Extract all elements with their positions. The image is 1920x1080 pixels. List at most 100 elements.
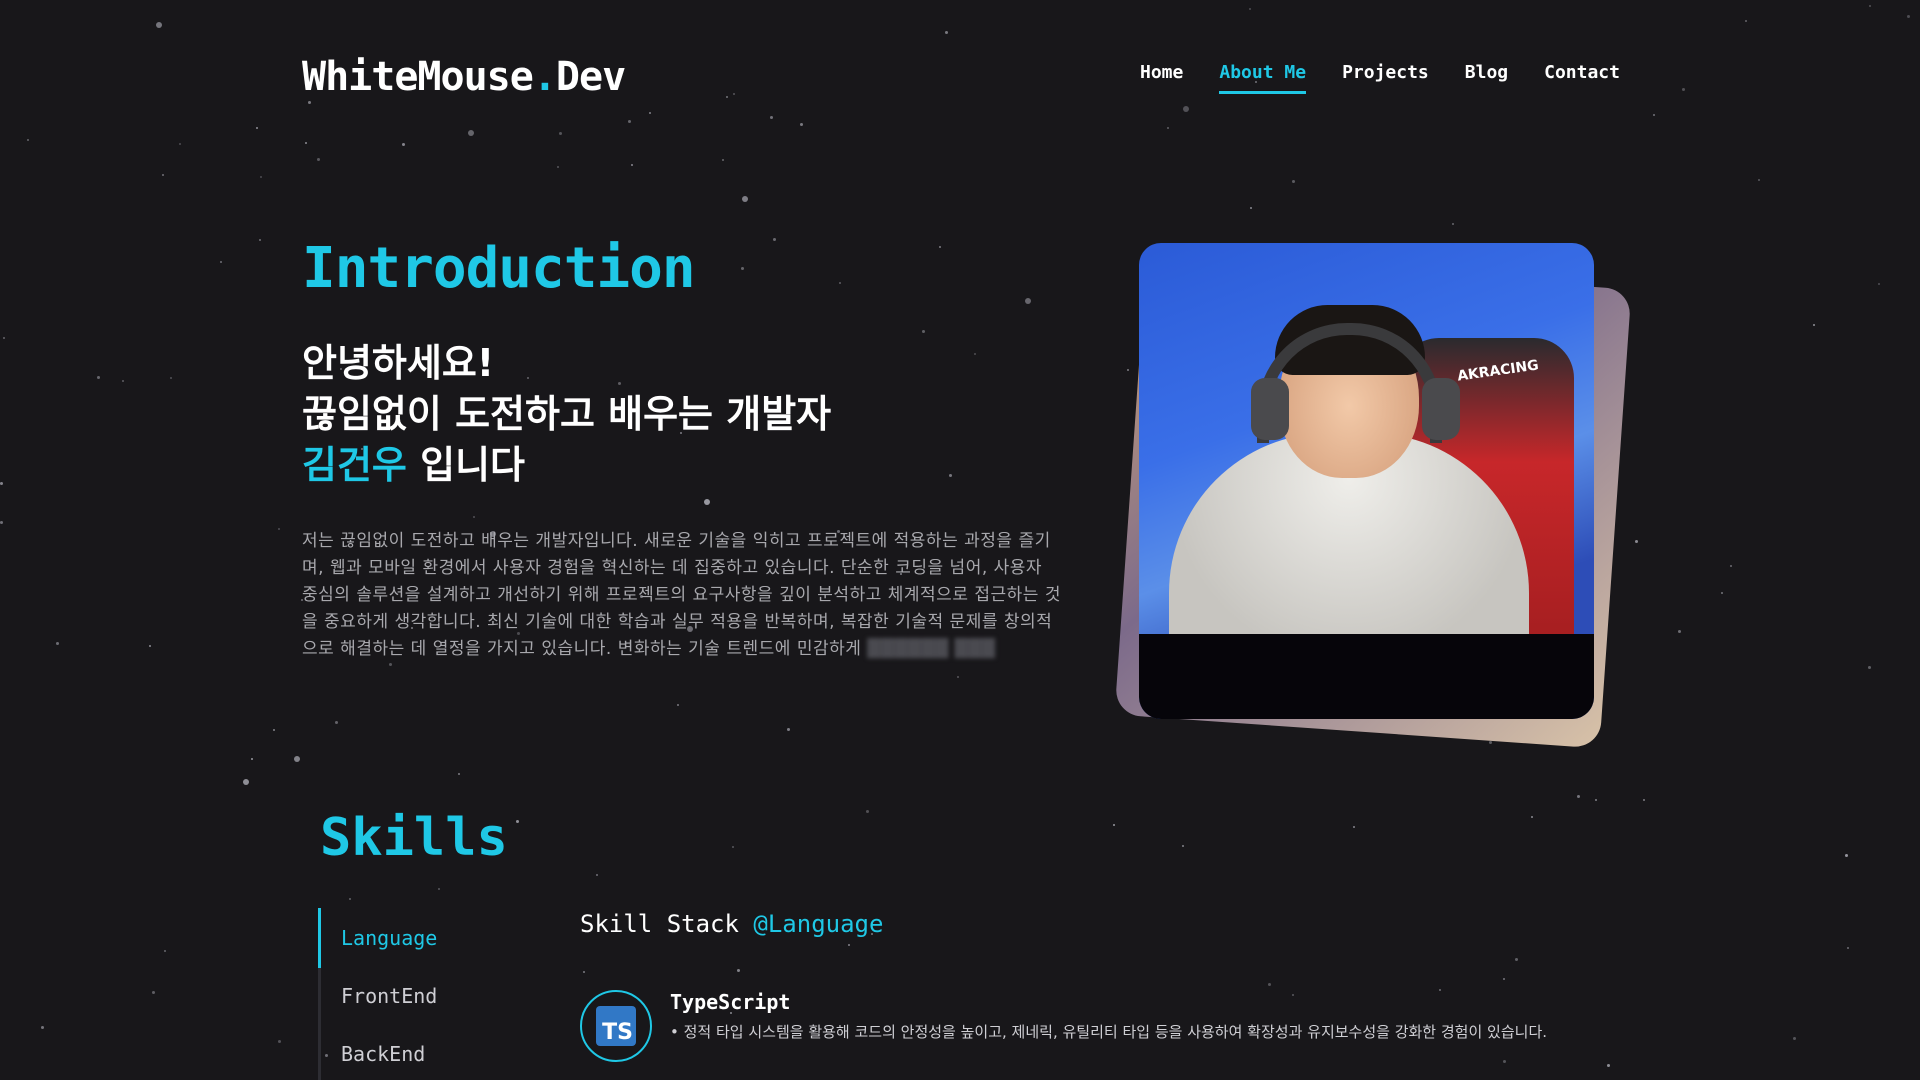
skills-tab-backend[interactable]: BackEnd bbox=[341, 1042, 425, 1066]
star bbox=[1878, 283, 1880, 285]
star bbox=[1503, 1060, 1506, 1063]
star bbox=[1577, 795, 1580, 798]
star bbox=[1292, 994, 1294, 996]
star bbox=[949, 474, 952, 477]
star bbox=[3, 337, 5, 339]
nav-contact[interactable]: Contact bbox=[1544, 62, 1620, 94]
nav-projects[interactable]: Projects bbox=[1342, 62, 1429, 94]
star bbox=[732, 846, 734, 848]
star bbox=[974, 353, 976, 355]
star bbox=[1439, 989, 1441, 991]
star bbox=[1643, 799, 1645, 801]
star bbox=[1595, 799, 1597, 801]
skills-nav-active-indicator bbox=[318, 908, 321, 968]
star bbox=[1635, 540, 1638, 543]
skills-category-nav: Language FrontEnd BackEnd bbox=[318, 908, 458, 1080]
star bbox=[677, 704, 679, 706]
typescript-logo: TS bbox=[596, 1006, 636, 1046]
star bbox=[294, 756, 300, 762]
skill-description-typescript: • 정적 타입 시스템을 활용해 코드의 안정성을 높이고, 제네릭, 유틸리티… bbox=[670, 1023, 1548, 1041]
star bbox=[1127, 369, 1129, 371]
star bbox=[557, 166, 559, 168]
star bbox=[839, 282, 841, 284]
skill-stack-label: Skill Stack bbox=[580, 910, 754, 938]
star bbox=[0, 521, 3, 524]
star bbox=[1025, 298, 1031, 304]
greeting-line-2: 끊임없이 도전하고 배우는 개발자 bbox=[302, 392, 832, 436]
star bbox=[1503, 978, 1505, 980]
logo-suffix: Dev bbox=[555, 54, 626, 100]
nav-about-me[interactable]: About Me bbox=[1219, 62, 1307, 94]
star bbox=[704, 499, 710, 505]
skills-tab-language[interactable]: Language bbox=[341, 926, 437, 950]
skill-name-typescript: TypeScript bbox=[670, 990, 791, 1014]
nav-blog[interactable]: Blog bbox=[1465, 62, 1508, 94]
star bbox=[473, 516, 475, 518]
star bbox=[164, 950, 166, 952]
greeting-line-1: 안녕하세요! bbox=[302, 341, 495, 385]
star bbox=[583, 971, 585, 973]
skill-stack-heading: Skill Stack @Language bbox=[580, 910, 883, 938]
star bbox=[251, 758, 253, 760]
star bbox=[773, 238, 776, 241]
star bbox=[1531, 816, 1533, 818]
star bbox=[1813, 324, 1815, 326]
star bbox=[97, 376, 100, 379]
skills-tab-frontend[interactable]: FrontEnd bbox=[341, 984, 437, 1008]
star bbox=[866, 810, 869, 813]
star bbox=[1907, 15, 1910, 18]
star bbox=[596, 874, 598, 876]
developer-name: 김건우 bbox=[302, 443, 407, 487]
star bbox=[800, 123, 803, 126]
star bbox=[243, 779, 249, 785]
star bbox=[122, 380, 124, 382]
nav-home[interactable]: Home bbox=[1140, 62, 1183, 94]
star bbox=[468, 130, 474, 136]
star bbox=[737, 969, 740, 972]
star bbox=[957, 676, 959, 678]
star bbox=[742, 196, 748, 202]
star bbox=[305, 142, 307, 144]
star bbox=[278, 528, 280, 530]
star bbox=[1113, 824, 1115, 826]
star bbox=[156, 22, 162, 28]
star bbox=[1452, 223, 1454, 225]
star bbox=[631, 164, 633, 166]
star bbox=[770, 116, 773, 119]
site-logo[interactable]: WhiteMouse.Dev bbox=[302, 54, 626, 100]
photo-headset-ear-left bbox=[1251, 378, 1289, 440]
logo-main: WhiteMouse bbox=[302, 54, 534, 100]
star bbox=[559, 132, 562, 135]
star bbox=[1678, 630, 1681, 633]
star bbox=[170, 377, 172, 379]
star bbox=[335, 721, 338, 724]
star bbox=[1182, 845, 1184, 847]
star bbox=[787, 728, 790, 731]
star bbox=[308, 101, 311, 104]
greeting-suffix: 입니다 bbox=[406, 443, 526, 487]
star bbox=[256, 127, 258, 129]
star bbox=[945, 31, 948, 34]
star bbox=[649, 112, 651, 114]
star bbox=[1793, 1037, 1796, 1040]
star bbox=[259, 239, 261, 241]
skill-stack-category: @Language bbox=[753, 910, 884, 938]
star bbox=[516, 820, 519, 823]
intro-description: 저는 끊임없이 도전하고 배우는 개발자입니다. 새로운 기술을 익히고 프로젝… bbox=[302, 528, 1062, 663]
star bbox=[402, 143, 405, 146]
star bbox=[628, 120, 631, 123]
star bbox=[56, 642, 59, 645]
star bbox=[27, 139, 29, 141]
typescript-icon: TS bbox=[580, 990, 652, 1062]
star bbox=[1869, 5, 1871, 7]
star bbox=[726, 96, 728, 98]
star bbox=[438, 888, 440, 890]
main-nav: Home About Me Projects Blog Contact bbox=[1140, 62, 1656, 94]
profile-photo: AKRACING bbox=[1139, 243, 1594, 719]
star bbox=[1607, 1064, 1610, 1067]
photo-bottom-band bbox=[1139, 634, 1594, 719]
logo-dot: . bbox=[532, 54, 557, 100]
greeting-line-3: 김건우 입니다 bbox=[302, 440, 831, 491]
star bbox=[1183, 106, 1189, 112]
star bbox=[922, 330, 925, 333]
